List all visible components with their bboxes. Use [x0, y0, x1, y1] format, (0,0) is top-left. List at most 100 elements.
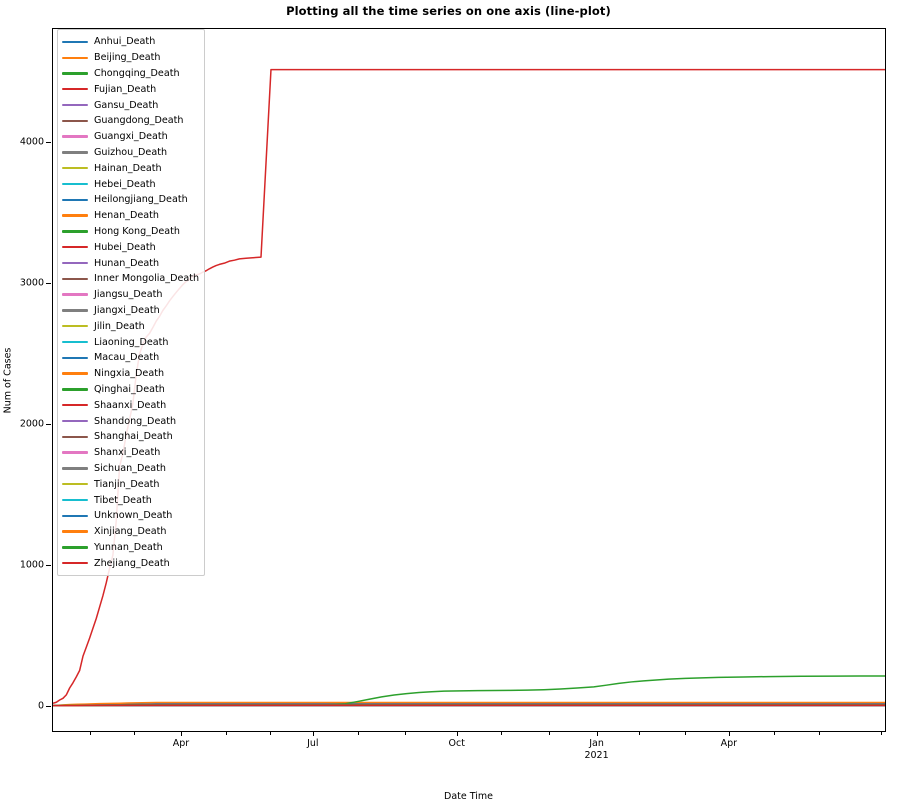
chart-title: Plotting all the time series on one axis…	[286, 4, 611, 18]
legend-color-swatch	[62, 103, 88, 107]
legend-item[interactable]: Shanghai_Death	[62, 429, 199, 445]
legend-label: Chongqing_Death	[94, 67, 180, 79]
x-tick-label: Apr	[721, 738, 737, 750]
legend-item[interactable]: Guangxi_Death	[62, 129, 199, 145]
chart-legend[interactable]: Anhui_Death Beijing_Death Chongqing_Death F…	[57, 29, 205, 577]
x-tick-mark-minor	[548, 731, 550, 735]
legend-item[interactable]: Tianjin_Death	[62, 476, 199, 492]
legend-item[interactable]: Gansu_Death	[62, 97, 199, 113]
legend-label: Guangxi_Death	[94, 131, 168, 143]
legend-item[interactable]: Guangdong_Death	[62, 113, 199, 129]
legend-item[interactable]: Shaanxi_Death	[62, 397, 199, 413]
legend-label: Guangdong_Death	[94, 115, 184, 127]
legend-label: Unknown_Death	[94, 510, 173, 522]
legend-item[interactable]: Anhui_Death	[62, 34, 199, 50]
legend-item[interactable]: Hebei_Death	[62, 176, 199, 192]
legend-item[interactable]: Hong Kong_Death	[62, 224, 199, 240]
legend-color-swatch	[62, 214, 88, 217]
legend-label: Anhui_Death	[94, 36, 156, 48]
legend-label: Yunnan_Death	[94, 541, 163, 553]
x-tick-label-main: Apr	[720, 738, 738, 749]
legend-item[interactable]: Beijing_Death	[62, 50, 199, 66]
x-tick-label-main: Oct	[448, 738, 465, 749]
legend-color-swatch	[62, 419, 88, 423]
figure-canvas: Plotting all the time series on one axis…	[0, 0, 897, 812]
legend-item[interactable]: Shanxi_Death	[62, 445, 199, 461]
x-tick-mark	[596, 731, 598, 736]
legend-item[interactable]: Hunan_Death	[62, 255, 199, 271]
legend-color-swatch	[62, 530, 88, 533]
legend-item[interactable]: Liaoning_Death	[62, 334, 199, 350]
series-line	[53, 675, 885, 707]
legend-color-swatch	[62, 72, 88, 75]
legend-label: Xinjiang_Death	[94, 526, 167, 538]
legend-item[interactable]: Xinjiang_Death	[62, 524, 199, 540]
legend-color-swatch	[62, 88, 88, 91]
legend-label: Jilin_Death	[94, 320, 145, 332]
x-tick-mark-minor	[269, 731, 271, 735]
legend-label: Jiangxi_Death	[94, 304, 160, 316]
legend-color-swatch	[62, 56, 88, 59]
legend-item[interactable]: Zhejiang_Death	[62, 555, 199, 571]
legend-color-swatch	[62, 372, 88, 375]
legend-item[interactable]: Sichuan_Death	[62, 461, 199, 477]
legend-label: Shaanxi_Death	[94, 399, 167, 411]
legend-color-swatch	[62, 293, 88, 296]
legend-color-swatch	[62, 119, 88, 123]
x-tick-mark	[180, 731, 182, 736]
legend-item[interactable]: Shandong_Death	[62, 413, 199, 429]
x-tick-mark-minor	[819, 731, 821, 735]
legend-color-swatch	[62, 40, 88, 44]
x-tick-mark-minor	[501, 731, 503, 735]
legend-item[interactable]: Hubei_Death	[62, 239, 199, 255]
legend-color-swatch	[62, 182, 88, 186]
legend-color-swatch	[62, 356, 88, 360]
legend-label: Hubei_Death	[94, 241, 156, 253]
legend-color-swatch	[62, 514, 88, 517]
legend-item[interactable]: Tibet_Death	[62, 492, 199, 508]
legend-label: Tibet_Death	[94, 494, 152, 506]
legend-item[interactable]: Jilin_Death	[62, 318, 199, 334]
legend-item[interactable]: Unknown_Death	[62, 508, 199, 524]
legend-color-swatch	[62, 277, 88, 281]
legend-label: Hebei_Death	[94, 178, 156, 190]
legend-color-swatch	[62, 451, 88, 454]
x-tick-label-main: Jul	[307, 738, 319, 749]
legend-item[interactable]: Macau_Death	[62, 350, 199, 366]
x-axis-label: Date Time	[444, 791, 493, 802]
legend-label: Sichuan_Death	[94, 462, 166, 474]
legend-item[interactable]: Chongqing_Death	[62, 66, 199, 82]
legend-item[interactable]: Guizhou_Death	[62, 145, 199, 161]
x-tick-label-main: Jan	[589, 738, 604, 749]
x-tick-mark	[312, 731, 314, 736]
legend-item[interactable]: Ningxia_Death	[62, 366, 199, 382]
legend-item[interactable]: Qinghai_Death	[62, 382, 199, 398]
legend-color-swatch	[62, 562, 88, 565]
y-tick-mark	[46, 423, 51, 425]
x-tick-label-main: Apr	[172, 738, 190, 749]
legend-item[interactable]: Yunnan_Death	[62, 540, 199, 556]
legend-color-swatch	[62, 151, 88, 154]
legend-item[interactable]: Jiangsu_Death	[62, 287, 199, 303]
x-tick-mark-minor	[404, 731, 406, 735]
legend-color-swatch	[62, 546, 88, 549]
legend-color-swatch	[62, 198, 88, 202]
legend-item[interactable]: Jiangxi_Death	[62, 303, 199, 319]
legend-item[interactable]: Hainan_Death	[62, 160, 199, 176]
legend-color-swatch	[62, 325, 88, 328]
x-tick-mark-minor	[358, 731, 360, 735]
legend-label: Hunan_Death	[94, 257, 160, 269]
legend-label: Fujian_Death	[94, 83, 157, 95]
x-tick-label: Jan 2021	[584, 738, 608, 762]
legend-item[interactable]: Inner Mongolia_Death	[62, 271, 199, 287]
legend-item[interactable]: Fujian_Death	[62, 81, 199, 97]
y-tick-mark	[46, 141, 51, 143]
legend-item[interactable]: Heilongjiang_Death	[62, 192, 199, 208]
x-tick-mark-minor	[774, 731, 776, 735]
legend-label: Shandong_Death	[94, 415, 177, 427]
y-axis-tick-marks	[0, 28, 52, 731]
legend-label: Henan_Death	[94, 210, 159, 222]
x-tick-mark-minor	[90, 731, 92, 735]
x-tick-label: Oct	[449, 738, 465, 750]
legend-item[interactable]: Henan_Death	[62, 208, 199, 224]
